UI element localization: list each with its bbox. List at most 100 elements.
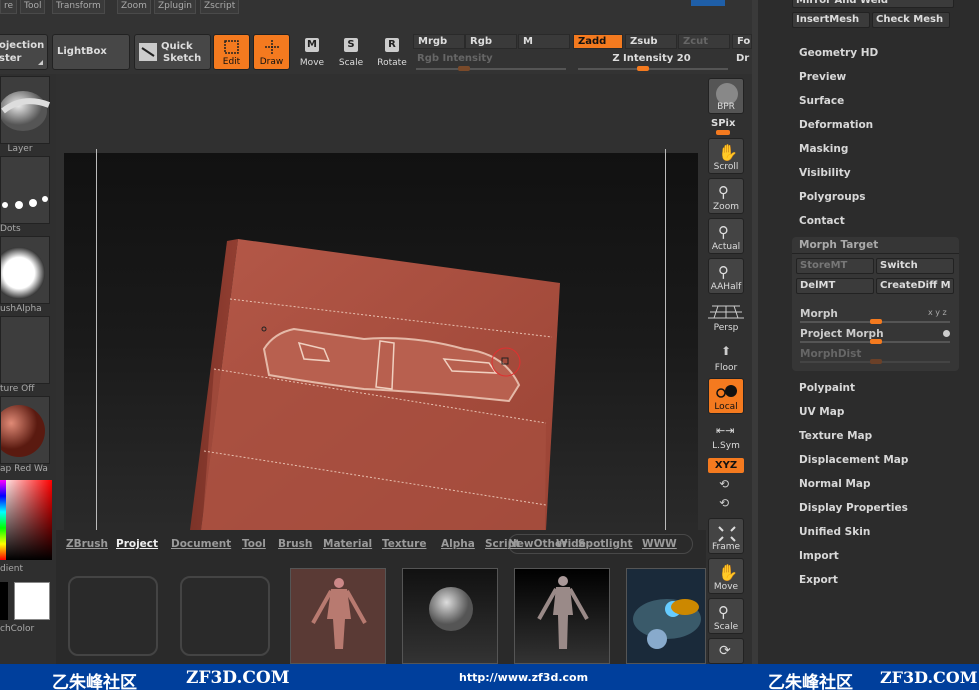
draw-size-label[interactable]: Dr: [732, 52, 752, 67]
delmt-button[interactable]: DelMT: [796, 278, 874, 294]
project-thumb-figure-gray[interactable]: [514, 568, 610, 664]
rotate-view-button[interactable]: ⟳: [708, 638, 744, 664]
aahalf-button[interactable]: ⚲ AAHalf: [708, 258, 744, 294]
z-intensity-track[interactable]: [578, 68, 728, 70]
preview-menu[interactable]: Preview: [799, 71, 846, 83]
clay-box-model[interactable]: [64, 153, 698, 530]
storemt-button[interactable]: StoreMT: [796, 258, 874, 274]
morph-slider-knob[interactable]: [870, 319, 882, 324]
main-color-swatch[interactable]: [14, 582, 50, 620]
mrgb-button[interactable]: Mrgb: [413, 34, 465, 49]
tray-tab-zbrush[interactable]: ZBrush: [66, 538, 108, 550]
scale-button[interactable]: S Scale: [334, 34, 368, 70]
export-menu[interactable]: Export: [799, 574, 838, 586]
tray-tab-document[interactable]: Document: [171, 538, 231, 550]
secondary-color-swatch[interactable]: [0, 582, 8, 620]
tray-tab-material[interactable]: Material: [323, 538, 372, 550]
deformation-menu[interactable]: Deformation: [799, 119, 873, 131]
layer-brush-tile[interactable]: [0, 76, 51, 144]
morphdist-knob[interactable]: [870, 359, 882, 364]
m-button[interactable]: M: [518, 34, 570, 49]
displacement-map-menu[interactable]: Displacement Map: [799, 454, 908, 466]
mirror-and-weld-button[interactable]: Mirror And Weld: [792, 0, 954, 8]
tray-tab-tool[interactable]: Tool: [242, 538, 266, 550]
menu-item-zoom[interactable]: Zoom: [117, 0, 151, 14]
folder-thumb-1[interactable]: [68, 576, 158, 656]
focal-shift-label[interactable]: Fo: [732, 34, 752, 49]
surface-menu[interactable]: Surface: [799, 95, 844, 107]
color-swatch[interactable]: [691, 0, 725, 6]
rotate-y-icon[interactable]: ⟲: [719, 477, 729, 491]
lsym-button[interactable]: ⇤⇥ L.Sym: [708, 420, 744, 452]
tray-tab-brush[interactable]: Brush: [278, 538, 312, 550]
texture-tile[interactable]: [0, 316, 50, 384]
creatediff-button[interactable]: CreateDiff M: [876, 278, 954, 294]
import-menu[interactable]: Import: [799, 550, 839, 562]
unified-skin-menu[interactable]: Unified Skin: [799, 526, 870, 538]
frame-button[interactable]: Frame: [708, 518, 744, 554]
bpr-button[interactable]: BPR: [708, 78, 744, 114]
color-picker[interactable]: [0, 480, 52, 560]
projection-master-button[interactable]: ojection ster: [0, 34, 48, 70]
display-properties-menu[interactable]: Display Properties: [799, 502, 908, 514]
quick-sketch-button[interactable]: Quick Sketch: [134, 34, 211, 70]
spix-slider[interactable]: [716, 130, 730, 135]
morphdist-label[interactable]: MorphDist: [800, 348, 861, 360]
edit-button[interactable]: Edit: [213, 34, 250, 70]
scroll-button[interactable]: ✋ Scroll: [708, 138, 744, 174]
local-button[interactable]: Local: [708, 378, 744, 414]
folder-thumb-2[interactable]: [180, 576, 270, 656]
scale-view-button[interactable]: ⚲ Scale: [708, 598, 744, 634]
z-intensity-slider[interactable]: Z Intensity 20: [573, 52, 730, 67]
project-morph-knob[interactable]: [870, 339, 882, 344]
menu-item-zplugin[interactable]: Zplugin: [154, 0, 197, 14]
xyz-button[interactable]: XYZ: [708, 458, 744, 473]
normal-map-menu[interactable]: Normal Map: [799, 478, 871, 490]
masking-menu[interactable]: Masking: [799, 143, 848, 155]
visibility-menu[interactable]: Visibility: [799, 167, 851, 179]
rgb-intensity-knob[interactable]: [458, 66, 470, 71]
project-thumb-sphere[interactable]: [402, 568, 498, 664]
brush-alpha-tile[interactable]: [0, 236, 50, 304]
3d-canvas[interactable]: [64, 153, 698, 530]
tray-tab-project[interactable]: Project: [116, 538, 158, 550]
menu-item-preferences[interactable]: re: [0, 0, 18, 14]
menu-item-tool[interactable]: Tool: [20, 0, 46, 14]
rotate-z-icon[interactable]: ⟲: [719, 496, 729, 510]
project-thumb-vehicle[interactable]: [626, 568, 706, 664]
tray-navigation-overlay[interactable]: [508, 534, 693, 554]
actual-button[interactable]: ⚲ Actual: [708, 218, 744, 254]
lightbox-button[interactable]: LightBox: [52, 34, 130, 70]
menu-item-zscript[interactable]: Zscript: [200, 0, 240, 14]
rgb-intensity-slider[interactable]: Rgb Intensity: [413, 52, 570, 67]
check-mesh-button[interactable]: Check Mesh: [872, 12, 950, 28]
document-viewport[interactable]: [56, 74, 706, 530]
draw-button[interactable]: Draw: [253, 34, 290, 70]
project-morph-toggle[interactable]: [943, 330, 950, 337]
floor-button[interactable]: ⬆ Floor: [708, 338, 744, 374]
uv-map-menu[interactable]: UV Map: [799, 406, 844, 418]
rgb-button[interactable]: Rgb: [465, 34, 517, 49]
morph-target-header[interactable]: Morph Target: [799, 239, 878, 251]
polypaint-menu[interactable]: Polypaint: [799, 382, 855, 394]
rgb-intensity-track[interactable]: [416, 68, 566, 70]
geometry-hd-menu[interactable]: Geometry HD: [799, 47, 878, 59]
persp-button[interactable]: Persp: [708, 298, 744, 334]
morph-slider-label[interactable]: Morph: [800, 308, 838, 320]
contact-menu[interactable]: Contact: [799, 215, 845, 227]
project-thumb-figure-red[interactable]: [290, 568, 386, 664]
menu-item-transform[interactable]: Transform: [52, 0, 105, 14]
move-view-button[interactable]: ✋ Move: [708, 558, 744, 594]
material-tile[interactable]: [0, 396, 50, 464]
move-button[interactable]: M Move: [295, 34, 329, 70]
zcut-button[interactable]: Zcut: [678, 34, 730, 49]
zadd-button[interactable]: Zadd: [573, 34, 623, 49]
tray-tab-alpha[interactable]: Alpha: [441, 538, 475, 550]
dots-stroke-tile[interactable]: [0, 156, 50, 224]
z-intensity-knob[interactable]: [637, 66, 649, 71]
zoom-button[interactable]: ⚲ Zoom: [708, 178, 744, 214]
texture-map-menu[interactable]: Texture Map: [799, 430, 872, 442]
insert-mesh-button[interactable]: InsertMesh: [792, 12, 870, 28]
rotate-button[interactable]: R Rotate: [374, 34, 410, 70]
zsub-button[interactable]: Zsub: [625, 34, 677, 49]
